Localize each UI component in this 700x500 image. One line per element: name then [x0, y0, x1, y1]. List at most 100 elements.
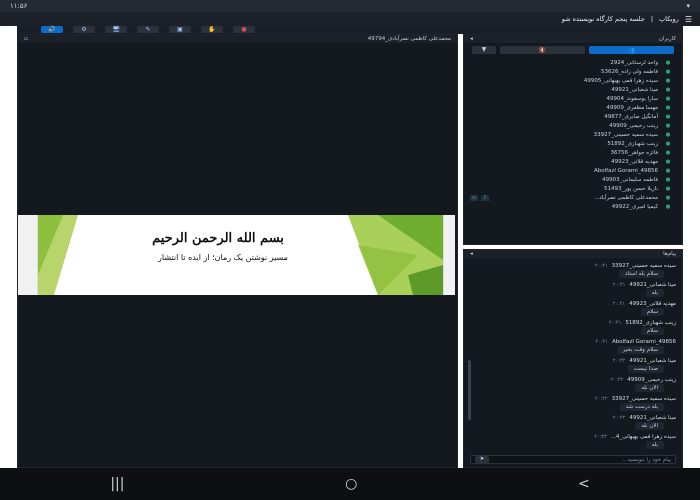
online-icon: ●	[665, 158, 671, 165]
filter-dropdown[interactable]: ▼	[472, 46, 496, 54]
app-bar: ☰ روبکاپ | جلسه پنجم کارگاه نویسنده شو	[0, 12, 700, 26]
message-input[interactable]: پیام خود را بنویسید... ➤	[470, 455, 676, 464]
send-button[interactable]: ➤	[475, 456, 489, 463]
back-button[interactable]: <	[578, 476, 590, 492]
list-item[interactable]: ● فائزه جواهر_36756	[470, 148, 674, 157]
list-item[interactable]: ● آمانگیل صابری_49877	[470, 112, 674, 121]
list-item: سیده سمیه حسینی_33927 ۲۰:۴۲ بله درست شد	[478, 395, 676, 411]
status-icons: ▾	[686, 2, 690, 10]
raise-hand-button[interactable]: ✋	[201, 26, 223, 33]
message-text: بله درست شد	[619, 403, 664, 411]
message-text: سلام بله استاد	[618, 270, 664, 278]
message-sender: زینب شهبازی_51892	[625, 320, 676, 326]
list-item[interactable]: ● مهسا مظفری_49909	[470, 103, 674, 112]
list-item[interactable]: ● محمدعلی کاظمی نصرآباد... ▭ ♪	[470, 193, 674, 202]
messages-panel-icon: ◂	[470, 251, 473, 257]
messages-scrollbar[interactable]	[468, 360, 471, 420]
users-tab[interactable]: 👥	[589, 46, 674, 54]
list-item: مینا شعبانی_49921 ۲۰:۴۲ صدا نیست	[478, 357, 676, 373]
list-item[interactable]: ● واحد لرستانی_2924	[470, 58, 674, 67]
online-icon: ●	[665, 68, 671, 75]
list-item[interactable]: ● فاطمه سلیمانی_49903	[470, 175, 674, 184]
user-list: ● واحد لرستانی_2924 ● فاطمه ولی زاده_53626…	[464, 54, 682, 211]
list-item: زینب شهبازی_51892 ۲۰:۴۱ سلام	[478, 319, 676, 335]
message-sender: زینب رحیمی_49909	[627, 377, 676, 383]
list-item: مهدیه قلائی_49923 ۲۰:۴۱ سلام	[478, 300, 676, 316]
presenter-name: محمدعلی کاظمی نصرآبادی_49794	[367, 36, 451, 42]
message-text: بله	[645, 289, 664, 297]
message-time: ۲۰:۴۲	[610, 377, 624, 383]
message-sender: سیده سمیه حسینی_33927	[611, 396, 676, 402]
online-icon: ●	[665, 185, 671, 192]
message-time: ۲۰:۴۲	[612, 358, 626, 364]
toolbar: 🔊 ⚙ 🖥 ✎ ▣ ✋ ●	[17, 26, 683, 34]
presenter-badges: ▭ ♪	[470, 194, 489, 201]
online-icon: ●	[665, 77, 671, 84]
message-time: ۲۰:۴۱	[608, 320, 622, 326]
android-nav-bar: ||| ○ <	[0, 468, 700, 500]
online-icon: ●	[665, 59, 671, 66]
message-sender: سیده سمیه حسینی_33927	[611, 263, 676, 269]
list-item[interactable]: ● مینا شعبانی_49921	[470, 85, 674, 94]
slide-subtitle: مسیر نوشتن یک رمان؛ از ایده تا انتشار	[158, 253, 288, 262]
list-item: Abolfazl Gorami_49856 ۲۰:۴۱ سلام وقت بخیر	[478, 338, 676, 354]
pen-button[interactable]: ✎	[137, 26, 159, 33]
speaker-button[interactable]: 🔊	[41, 26, 63, 33]
session-title: جلسه پنجم کارگاه نویسنده شو	[561, 15, 645, 23]
message-text: سلام	[640, 327, 664, 335]
record-button[interactable]: ●	[233, 26, 255, 33]
fullscreen-icon[interactable]: ▫	[24, 36, 28, 42]
presenter-bar: محمدعلی کاظمی نصرآبادی_49794 ▫	[18, 35, 457, 43]
messages-panel-header: پیام‌ها ◂	[464, 250, 682, 258]
message-time: ۲۰:۴۱	[595, 339, 608, 345]
online-icon: ●	[665, 86, 671, 93]
whiteboard-button[interactable]: ▣	[169, 26, 191, 33]
users-panel-icon: ◂	[470, 36, 473, 42]
slide-side-panel	[443, 215, 455, 295]
list-item[interactable]: ● زینب شهبازی_51892	[470, 139, 674, 148]
list-item[interactable]: ● مهدیه قلائی_49923	[470, 157, 674, 166]
message-text: الان بله	[635, 422, 664, 430]
list-item: مینا شعبانی_49921 ۲۰:۴۲ الان بله	[478, 414, 676, 430]
list-item: زینب رحیمی_49909 ۲۰:۴۲ الان بله	[478, 376, 676, 392]
message-text: بله	[645, 441, 664, 449]
online-icon: ●	[665, 203, 671, 210]
message-time: ۲۰:۴۲	[595, 396, 608, 402]
home-button[interactable]: ○	[345, 476, 357, 492]
screen-share-button[interactable]: 🖥	[105, 26, 127, 33]
message-sender: مینا شعبانی_49921	[629, 415, 676, 421]
title-separator: |	[650, 15, 654, 23]
online-icon: ●	[665, 176, 671, 183]
message-text: سلام وقت بخیر	[616, 346, 664, 354]
list-item[interactable]: ● کیمیا امیری_49922	[470, 202, 674, 211]
list-item[interactable]: ● سیده زهرا قمی بهبهانی_49905	[470, 76, 674, 85]
presentation-slide: بسم الله الرحمن الرحیم مسیر نوشتن یک رما…	[18, 215, 455, 295]
online-icon: ●	[665, 194, 671, 201]
message-sender: مینا شعبانی_49921	[629, 358, 676, 364]
message-list: سیده سمیه حسینی_33927 ۲۰:۴۱ سلام بله استاد…	[464, 258, 682, 449]
message-sender: Abolfazl Gorami_49856	[611, 339, 676, 345]
list-item[interactable]: ● زینب رحیمی_49909	[470, 121, 674, 130]
message-sender: مهدیه قلائی_49923	[629, 301, 676, 307]
list-item[interactable]: ● سیده سمیه حسینی_33927	[470, 130, 674, 139]
list-item: سیده زهرا قمی بهبهانی_4... ۲۰:۴۳ بله	[478, 433, 676, 449]
screen-icon: ▭	[470, 194, 478, 201]
menu-icon[interactable]: ☰	[685, 15, 692, 24]
list-item[interactable]: ● سارا یوسفوند_49904	[470, 94, 674, 103]
message-placeholder: پیام خود را بنویسید...	[622, 456, 671, 463]
message-text: صدا نیست	[627, 365, 664, 373]
online-icon: ●	[665, 122, 671, 129]
clock: ۱۱:۵۶	[10, 2, 28, 10]
muted-tab[interactable]: 🔇	[500, 46, 585, 54]
presentation-area: محمدعلی کاظمی نصرآبادی_49794 ▫ بسم الله …	[17, 34, 458, 468]
users-panel: کاربران ◂ ▼ 🔇 👥 ● واحد لرستانی_2924 ● فاطم…	[463, 34, 683, 245]
list-item[interactable]: ● Abolfazl Gorami_49856	[470, 166, 674, 175]
message-sender: سیده زهرا قمی بهبهانی_4...	[610, 434, 676, 440]
list-item[interactable]: ● نازیلا حسن پور_51493	[470, 184, 674, 193]
list-item[interactable]: ● فاطمه ولی زاده_53626	[470, 67, 674, 76]
mic-icon: ♪	[481, 194, 489, 201]
message-time: ۲۰:۴۱	[612, 301, 626, 307]
users-controls: ▼ 🔇 👥	[464, 43, 682, 54]
recents-button[interactable]: |||	[110, 476, 124, 492]
settings-button[interactable]: ⚙	[73, 26, 95, 33]
